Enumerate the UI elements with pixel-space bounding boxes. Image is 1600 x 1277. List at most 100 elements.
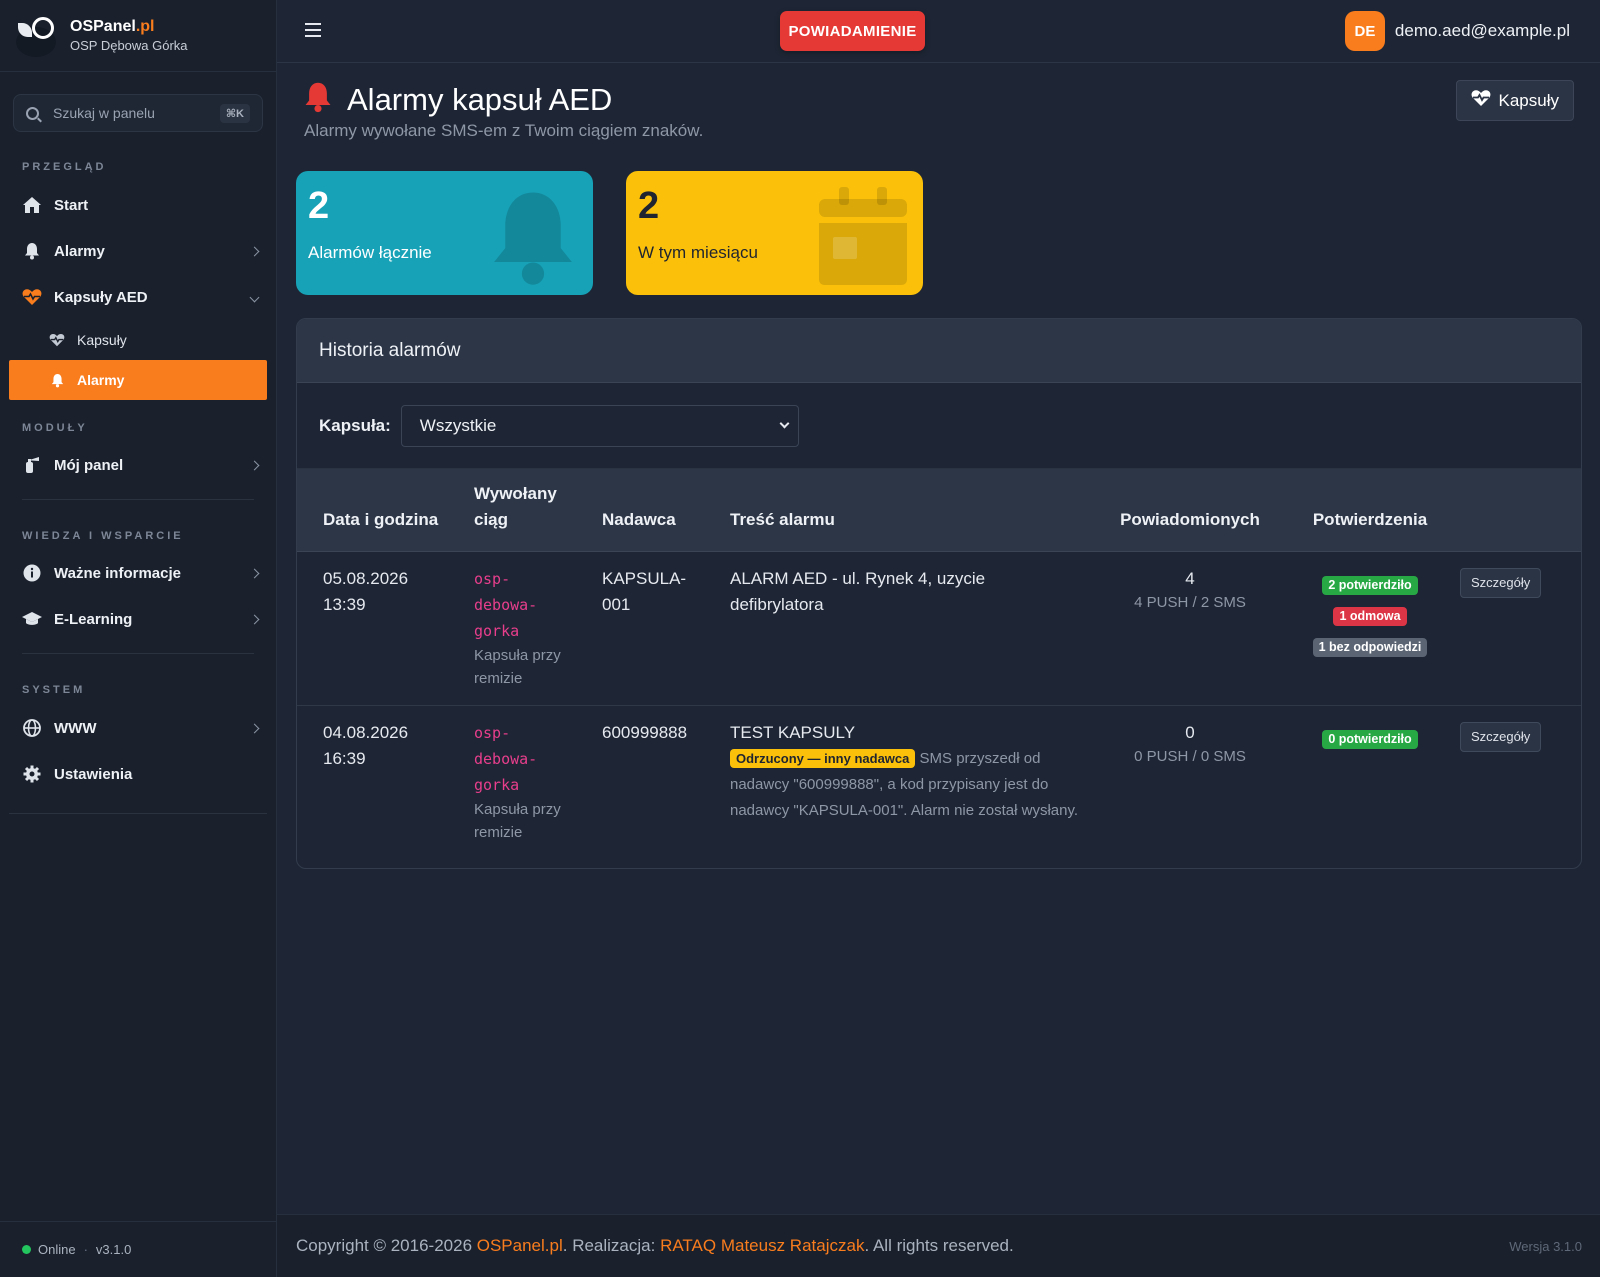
status-badge-confirmed: 0 potwierdziło [1322,729,1418,749]
kapsuly-button[interactable]: Kapsuły [1455,80,1574,121]
notified-count: 0 [1185,722,1195,742]
sidebar-item-kapsuly[interactable]: Kapsuły [9,320,267,360]
stat-value: 2 [638,185,660,227]
sidebar-item-alarmy-sub[interactable]: Alarmy [9,360,267,400]
alarm-nadawca: 600999888 [602,722,688,742]
table-row: 04.08.2026 16:39 osp-debowa-gorka Kapsuł… [297,705,1581,863]
sidebar-item-kapsuly-aed[interactable]: Kapsuły AED [0,274,276,320]
alarm-table: Data i godzina Wywołany ciąg Nadawca Tre… [297,469,1581,863]
footer-version: Wersja 3.1.0 [1509,1238,1582,1254]
home-icon [22,195,42,215]
alarm-ciag-desc: Kapsuła przy remizie [474,646,561,687]
sidebar-item-moj-panel[interactable]: Mój panel [0,442,276,488]
brand-subtitle: OSP Dębowa Górka [70,38,188,53]
history-title: Historia alarmów [297,319,1581,383]
section-wiedza: WIEDZA I WSPARCIE [22,530,184,542]
sidebar-item-ustawienia[interactable]: Ustawienia [0,751,276,797]
notify-button[interactable]: POWIADAMIENIE [780,11,925,51]
notified-detail: 4 PUSH / 2 SMS [1134,593,1246,611]
search-icon [26,106,39,120]
user-email: demo.aed@example.pl [1394,21,1570,40]
alarm-time: 13:39 [323,594,366,614]
chevron-right-icon [249,246,260,256]
sidebar-item-www[interactable]: WWW [0,705,276,751]
notified-detail: 0 PUSH / 0 SMS [1134,747,1246,765]
sidebar-item-alarmy[interactable]: Alarmy [0,228,276,274]
online-dot-icon [22,1245,31,1254]
details-button[interactable]: Szczegóły [1460,567,1542,598]
filter-row: Kapsuła: Wszystkie [297,383,1581,469]
alarm-nadawca: KAPSULA- 001 [602,568,687,614]
heart-pulse-icon [22,287,42,307]
details-button[interactable]: Szczegóły [1460,721,1542,752]
search-shortcut: ⌘K [219,103,250,123]
bell-icon [22,241,42,261]
search-placeholder: Szukaj w panelu [53,105,155,121]
search-input[interactable]: Szukaj w panelu ⌘K [13,94,263,132]
stat-card-month: 2 W tym miesiącu [626,171,923,295]
status-badge-confirmed: 2 potwierdziło [1322,575,1418,595]
page-subtitle: Alarmy wywołane SMS-em z Twoim ciągiem z… [304,121,704,140]
divider [22,653,254,654]
chevron-right-icon [249,460,260,470]
logo [14,13,60,59]
footer-link-rataq[interactable]: RATAQ Mateusz Ratajczak [660,1236,864,1255]
user-menu[interactable]: DE demo.aed@example.pl [1344,11,1570,51]
chevron-right-icon [249,568,260,578]
alarm-ciag: osp-debowa-gorka [474,723,538,794]
heart-pulse-icon [49,332,65,348]
alarm-time: 16:39 [323,748,366,768]
sidebar: OSPanel.pl OSP Dębowa Górka Szukaj w pan… [0,0,277,1277]
divider [9,813,267,814]
chevron-right-icon [249,614,260,624]
chevron-right-icon [249,723,260,733]
graduation-cap-icon [22,609,42,629]
sidebar-item-wazne-informacje[interactable]: Ważne informacje [0,550,276,596]
hamburger-menu-icon[interactable] [305,23,321,37]
bell-icon [487,187,579,292]
chevron-down-icon [779,418,790,429]
alarm-tresc: TEST KAPSULY [730,722,856,742]
footer-copyright: Copyright © 2016-2026 OSPanel.pl. Realiz… [296,1236,1014,1255]
chevron-down-icon [249,292,260,302]
status-badge-rejected: 1 odmowa [1333,606,1407,626]
capsule-select[interactable]: Wszystkie [400,404,799,447]
history-card: Historia alarmów Kapsuła: Wszystkie Data… [296,318,1582,869]
column-header-ciag: Wywołany ciąg [474,469,602,552]
stat-label: W tym miesiącu [638,243,758,262]
status-online: Online [38,1242,76,1257]
column-header-tresc: Treść alarmu [730,469,1100,552]
main-content: Alarmy kapsuł AED Alarmy wywołane SMS-em… [277,63,1600,1214]
table-header-row: Data i godzina Wywołany ciąg Nadawca Tre… [297,469,1581,552]
calendar-icon [819,187,909,292]
status-version: v3.1.0 [95,1242,132,1257]
alarm-tresc: ALARM AED - ul. Rynek 4, uzycie defibryl… [730,568,986,614]
section-system: SYSTEM [22,684,86,696]
table-row: 05.08.2026 13:39 osp-debowa-gorka Kapsuł… [297,551,1581,705]
page-header: Alarmy kapsuł AED [303,81,612,118]
page-title: Alarmy kapsuł AED [347,81,613,117]
gear-icon [22,764,42,784]
footer: Copyright © 2016-2026 OSPanel.pl. Realiz… [277,1214,1600,1277]
alarm-date: 04.08.2026 [323,722,409,742]
sidebar-item-e-learning[interactable]: E-Learning [0,596,276,642]
notified-count: 4 [1185,568,1195,588]
info-icon [22,563,42,583]
alarm-date: 05.08.2026 [323,568,409,588]
status-bar: Online · v3.1.0 [0,1221,277,1277]
brand[interactable]: OSPanel.pl OSP Dębowa Górka [0,0,276,72]
status-badge-no-answer: 1 bez odpowiedzi [1312,637,1428,657]
column-header-date: Data i godzina [297,469,474,552]
globe-icon [22,718,42,738]
divider [22,499,254,500]
section-moduly: MODUŁY [22,422,88,434]
footer-link-ospanel[interactable]: OSPanel.pl [477,1236,563,1255]
brand-name: OSPanel.pl [70,18,155,35]
fire-extinguisher-icon [22,455,42,475]
avatar: DE [1344,11,1385,51]
column-header-potwierdzenia: Potwierdzenia [1280,469,1460,552]
stat-card-total: 2 Alarmów łącznie [296,171,593,295]
filter-label: Kapsuła: [319,415,391,435]
sidebar-item-start[interactable]: Start [0,182,276,228]
alarm-ciag-desc: Kapsuła przy remizie [474,800,561,841]
